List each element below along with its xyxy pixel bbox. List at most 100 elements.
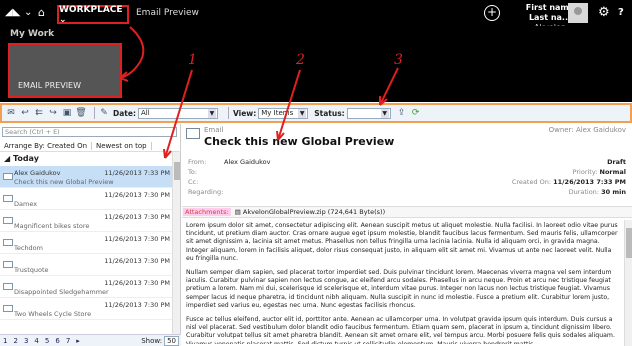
attachment-link[interactable]: ▤ AkvelonGlobalPreview.zip (724,641 Byte… [235, 208, 385, 216]
body-scrollbar[interactable] [624, 220, 632, 346]
refresh-icon[interactable]: ⟳ [411, 108, 421, 118]
page-link[interactable]: 2 [13, 337, 17, 345]
reply-all-icon[interactable]: ⇇ [34, 108, 44, 118]
search-input[interactable]: Search (Ctrl + E) [2, 127, 177, 137]
page-link[interactable]: 5 [45, 337, 49, 345]
message-subject: Disappointed Sledgehammer [14, 288, 109, 296]
workplace-menu[interactable]: WORKPLACE ⌄ [57, 5, 129, 25]
edit-icon[interactable]: ✎ [99, 108, 109, 118]
attachments-bar: Attachments: ▤ AkvelonGlobalPreview.zip … [182, 206, 632, 218]
status-label: Status: [314, 108, 345, 118]
view-select[interactable]: My Items ▼ [258, 107, 309, 119]
page-link[interactable]: 7 [66, 337, 70, 345]
gear-icon[interactable]: ⚙ [598, 5, 610, 20]
list-item[interactable]: 11/26/2013 7:30 PM Two Wheels Cycle Stor… [0, 298, 172, 320]
chevron-down-icon: ▼ [207, 108, 216, 118]
list-item[interactable]: 11/26/2013 7:30 PM Magnificent bikes sto… [0, 210, 172, 232]
list-item[interactable]: 11/26/2013 7:30 PM Disappointed Sledgeha… [0, 276, 172, 298]
arrange-by-button[interactable]: Arrange By: Created On [0, 141, 93, 150]
email-preview-tile[interactable]: EMAIL PREVIEW [8, 43, 122, 98]
email-body: Lorem ipsum dolor sit amet, consectetur … [186, 222, 620, 344]
page-link[interactable]: 6 [55, 337, 59, 345]
annotation-label-1: 1 [188, 52, 197, 68]
email-icon [3, 195, 13, 202]
arrange-bar: Arrange By: Created On Newest on top [0, 140, 181, 152]
message-date: 11/26/2013 7:30 PM [104, 213, 170, 221]
assign-icon[interactable]: ▣ [62, 108, 72, 118]
email-icon [3, 173, 13, 180]
sort-order-button[interactable]: Newest on top [92, 141, 152, 150]
home-icon[interactable]: ⌂ [38, 6, 45, 19]
list-scrollbar[interactable] [172, 152, 180, 340]
export-icon[interactable]: ⇪ [397, 108, 407, 118]
reply-icon[interactable]: ↩ [20, 108, 30, 118]
duration-label: Duration: [568, 188, 599, 196]
new-email-icon[interactable]: ✉ [6, 108, 16, 118]
date-select[interactable]: All ▼ [137, 107, 218, 119]
message-subject: Trustquote [14, 266, 49, 274]
help-button[interactable]: ? [618, 7, 624, 18]
list-item[interactable]: 11/26/2013 7:30 PM Damex [0, 188, 172, 210]
email-icon [3, 239, 13, 246]
list-item[interactable]: 11/26/2013 7:30 PM Trustquote [0, 254, 172, 276]
email-icon [3, 217, 13, 224]
annotation-label-3: 3 [394, 52, 403, 68]
to-label: To: [188, 168, 198, 176]
view-value: My Items [261, 109, 294, 117]
message-date: 11/26/2013 7:30 PM [104, 257, 170, 265]
page-size-select[interactable]: 50 [164, 335, 179, 346]
scrollbar-thumb[interactable] [174, 162, 180, 180]
forward-icon[interactable]: ↪ [48, 108, 58, 118]
body-paragraph: Fusce ac tellus eleifend, auctor elit id… [186, 316, 615, 344]
email-icon [186, 128, 200, 139]
chevron-down-icon[interactable]: ⌄ [24, 7, 32, 18]
created-label: Created On: [511, 178, 552, 186]
cc-label: Cc: [188, 178, 199, 186]
group-label: Today [12, 154, 39, 163]
message-date: 11/26/2013 7:30 PM [104, 235, 170, 243]
email-meta: From: Alex Gaidukov Draft To: Priority: … [182, 158, 632, 198]
group-header-today[interactable]: ◢ Today [4, 154, 39, 163]
message-subject: Check this new Global Preview [14, 178, 114, 186]
email-icon [3, 305, 13, 312]
list-item[interactable]: Alex Gaidukov 11/26/2013 7:33 PM Check t… [0, 166, 172, 188]
message-subject: Two Wheels Cycle Store [14, 310, 92, 318]
my-work-band: My Work EMAIL PREVIEW [0, 26, 632, 102]
page-link[interactable]: 1 [3, 337, 7, 345]
avatar[interactable] [568, 3, 588, 23]
list-item[interactable]: 11/26/2013 7:30 PM Techdom [0, 232, 172, 254]
top-nav: ◢◣ ⌄ ⌂ WORKPLACE ⌄ Email Preview + First… [0, 0, 632, 32]
pager: 1 2 3 4 5 6 7 ▸ Show: 50 [0, 334, 181, 346]
page-link[interactable]: 3 [24, 337, 28, 345]
priority-label: Priority: [572, 168, 598, 176]
from-label: From: [188, 158, 207, 166]
message-subject: Magnificent bikes store [14, 222, 90, 230]
toolbar-divider [94, 107, 95, 119]
from-value[interactable]: Alex Gaidukov [224, 158, 270, 166]
email-preview-pane: Email Check this new Global Preview Owne… [182, 124, 632, 346]
add-icon[interactable]: + [484, 5, 500, 21]
app-logo-icon[interactable]: ◢◣ [5, 7, 20, 18]
status-select[interactable]: ▼ [346, 107, 391, 119]
chevron-down-icon: ▼ [298, 108, 307, 118]
scrollbar-thumb[interactable] [626, 228, 632, 258]
body-paragraph: Lorem ipsum dolor sit amet, consectetur … [186, 222, 618, 262]
my-work-title: My Work [10, 29, 55, 39]
body-paragraph: Nullam semper diam sapien, sed placerat … [186, 269, 612, 309]
annotation-label-2: 2 [296, 52, 305, 68]
delete-icon[interactable]: 🗑 [75, 108, 86, 118]
message-date: 11/26/2013 7:33 PM [104, 169, 170, 177]
date-value: All [140, 109, 150, 117]
toolbar: ✉ ↩ ⇇ ↪ ▣ 🗑 ✎ Date: All ▼ View: My Items… [0, 103, 632, 123]
message-date: 11/26/2013 7:30 PM [104, 301, 170, 309]
next-page-icon[interactable]: ▸ [76, 337, 80, 345]
chevron-down-icon: ▼ [380, 108, 389, 118]
toolbar-divider [227, 107, 229, 119]
priority-value: Normal [599, 168, 627, 176]
attachment-file: AkvelonGlobalPreview.zip (724,641 Byte(s… [242, 208, 386, 216]
message-date: 11/26/2013 7:30 PM [104, 279, 170, 287]
page-link[interactable]: 4 [34, 337, 38, 345]
breadcrumb[interactable]: Email Preview [136, 8, 199, 18]
email-icon [3, 261, 13, 268]
date-label: Date: [113, 108, 136, 118]
